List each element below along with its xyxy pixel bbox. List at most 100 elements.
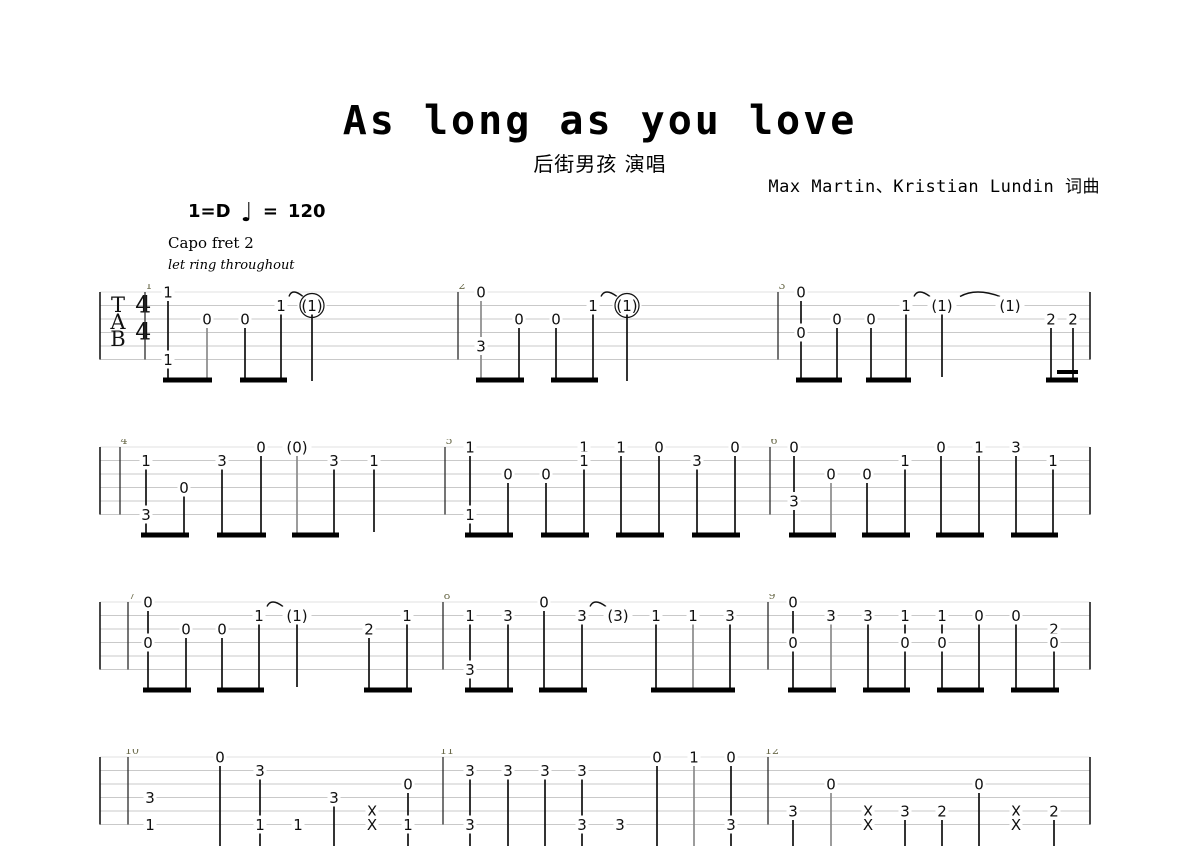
- fret-number: 1: [900, 607, 910, 625]
- sheet-music-page: As long as you love 后街男孩 演唱 Max Martin、K…: [0, 0, 1200, 846]
- fret-number: 1: [163, 351, 173, 369]
- fret-number: 0: [789, 439, 799, 457]
- fret-number: 0: [476, 284, 486, 302]
- fret-number: 0: [866, 311, 876, 329]
- fret-number: 0: [832, 311, 842, 329]
- tab-system-4: 10 3 1 0 3 1 1 3 X X 0 1 11 3 3 3 3 3 3 3 0 1 0 3 12 3 0 X X 3 2 0 X X 2: [0, 749, 1200, 864]
- muted-note: X: [1011, 816, 1021, 834]
- tie-slur: [913, 291, 931, 298]
- fret-number: 3: [1011, 439, 1021, 457]
- fret-number: (3): [607, 607, 628, 625]
- time-signature-denominator: 4: [135, 319, 151, 346]
- fret-number: 3: [788, 803, 798, 821]
- measure-number: 11: [440, 749, 454, 757]
- fret-number: 1: [900, 452, 910, 470]
- fret-number: 0: [143, 594, 153, 612]
- fret-number: 1: [465, 607, 475, 625]
- fret-number: 1: [293, 816, 303, 834]
- fret-number: 3: [692, 452, 702, 470]
- tab-clef-letter: B: [110, 327, 125, 351]
- muted-note: X: [863, 816, 873, 834]
- time-signature-numerator: 4: [135, 292, 151, 319]
- fret-number: 1: [651, 607, 661, 625]
- fret-number: 1: [276, 297, 286, 315]
- fret-number: 1: [254, 607, 264, 625]
- fret-number: 1: [141, 452, 151, 470]
- fret-number: 0: [539, 594, 549, 612]
- fret-number: 3: [725, 607, 735, 625]
- key-and-tempo: 1=D ♩ = 120: [188, 198, 326, 228]
- fret-number: 0: [240, 311, 250, 329]
- fret-number: 0: [826, 776, 836, 794]
- fret-number: 3: [789, 493, 799, 511]
- quarter-note-icon: ♩: [240, 198, 253, 228]
- fret-number: 1: [579, 452, 589, 470]
- measure-number: 12: [765, 749, 779, 757]
- fret-number: 2: [937, 803, 947, 821]
- fret-number: 0: [654, 439, 664, 457]
- key-signature-label: 1=D: [188, 200, 231, 222]
- fret-number: 3: [577, 762, 587, 780]
- fret-number: 1: [1048, 452, 1058, 470]
- measure-number: 3: [779, 284, 786, 292]
- fret-number: 3: [476, 338, 486, 356]
- fret-number: 0: [862, 466, 872, 484]
- fret-number: 1: [937, 607, 947, 625]
- tab-system-2: 4 1 3 0 3 0 (0) 3 1 5 1 1 0 0 1 1 1 0 3 0 6 0 3 0 0 1 0 1 3 1: [0, 439, 1200, 554]
- measure-number: 9: [769, 594, 776, 602]
- fret-number: 3: [615, 816, 625, 834]
- measure-number: 2: [459, 284, 466, 292]
- fret-number: (1): [616, 297, 637, 315]
- fret-number: 3: [826, 607, 836, 625]
- page-title: As long as you love: [342, 98, 858, 144]
- fret-number: 3: [141, 506, 151, 524]
- tempo-equals-sign: =: [262, 200, 278, 222]
- fret-number: 0: [974, 776, 984, 794]
- fret-number: 0: [730, 439, 740, 457]
- fret-number: 3: [726, 816, 736, 834]
- tie-slur: [959, 291, 1001, 298]
- fret-number: 1: [616, 439, 626, 457]
- fret-number: 0: [1049, 634, 1059, 652]
- fret-number: 0: [788, 594, 798, 612]
- fret-number: 0: [1011, 607, 1021, 625]
- fret-number: 1: [465, 439, 475, 457]
- fret-number: (1): [301, 297, 322, 315]
- measure-number: 10: [125, 749, 139, 757]
- fret-number: 0: [503, 466, 513, 484]
- fret-number: 0: [143, 634, 153, 652]
- fret-number: 3: [577, 607, 587, 625]
- fret-number: 3: [329, 452, 339, 470]
- let-ring-instruction: let ring throughout: [168, 258, 295, 273]
- fret-number: 0: [937, 634, 947, 652]
- fret-number: 0: [181, 621, 191, 639]
- fret-number: 3: [503, 762, 513, 780]
- fret-number: 1: [901, 297, 911, 315]
- fret-number: 0: [936, 439, 946, 457]
- fret-number: (1): [999, 297, 1020, 315]
- fret-number: 1: [974, 439, 984, 457]
- fret-number: 0: [974, 607, 984, 625]
- fret-number: 0: [900, 634, 910, 652]
- fret-number: (0): [286, 439, 307, 457]
- fret-number: 0: [541, 466, 551, 484]
- fret-number: 1: [465, 506, 475, 524]
- fret-number: 0: [202, 311, 212, 329]
- measure-number: 5: [446, 439, 453, 447]
- tab-staff: TAB441 110 01 (1)2 030 01 (1)3 000 01 (1) (1)2 2: [99, 284, 1091, 383]
- tie-slur: [288, 291, 304, 298]
- tie-slur: [600, 291, 618, 298]
- fret-number: 1: [369, 452, 379, 470]
- tab-system-3: 7 0 0 0 0 1 (1) 2 1 8 1 3 3 0 3 (3) 1 1 3 9 0 0 3 3 1 0 1 0 0 0 2 0: [0, 594, 1200, 709]
- measure-number: 7: [129, 594, 136, 602]
- tab-staff: 7 000 01 (1)21813303 (3) 1 1 39 003 3 10100 020: [99, 594, 1091, 693]
- measure-number: 6: [771, 439, 778, 447]
- fret-number: 0: [652, 749, 662, 767]
- fret-number: 0: [179, 479, 189, 497]
- fret-number: 3: [900, 803, 910, 821]
- tie-slur: [266, 601, 284, 608]
- fret-number: 1: [163, 284, 173, 302]
- fret-number: (1): [286, 607, 307, 625]
- fret-number: 3: [465, 762, 475, 780]
- fret-number: 1: [688, 607, 698, 625]
